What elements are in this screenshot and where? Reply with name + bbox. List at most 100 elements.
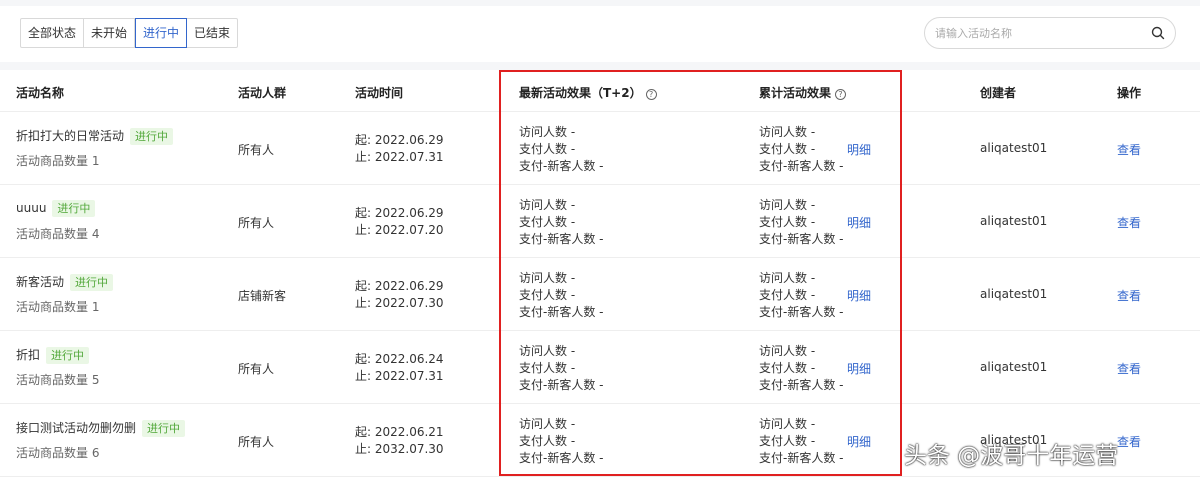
metric-visitors: 访问人数 - <box>519 271 576 285</box>
audience: 店铺新客 <box>238 289 287 303</box>
cumulative-effect: 访问人数 - 支付人数 - 支付-新客人数 - <box>759 197 843 248</box>
tab-ended[interactable]: 已结束 <box>187 18 239 48</box>
metric-visitors: 访问人数 - <box>759 271 816 285</box>
audience: 所有人 <box>238 362 275 376</box>
end-date: 止: 2032.07.30 <box>355 442 444 456</box>
metric-visitors: 访问人数 - <box>759 344 816 358</box>
search-icon[interactable] <box>1151 26 1165 40</box>
col-cumulative-effect-label: 累计活动效果 <box>759 86 832 100</box>
help-icon[interactable]: ? <box>835 89 847 100</box>
activity-name-text: 折扣打大的日常活动 <box>16 129 125 143</box>
metric-new-payers: 支付-新客人数 - <box>759 451 844 465</box>
end-date: 止: 2022.07.20 <box>355 223 444 237</box>
end-date: 止: 2022.07.31 <box>355 150 444 164</box>
activity-name: 折扣 进行中 <box>16 346 90 364</box>
creator: aliqatest01 <box>980 141 1048 155</box>
metric-payers: 支付人数 - <box>519 288 576 302</box>
activity-time: 起: 2022.06.21 止: 2032.07.30 <box>355 424 444 458</box>
latest-effect: 访问人数 - 支付人数 - 支付-新客人数 - <box>519 343 603 394</box>
table-row: 折扣打大的日常活动 进行中 活动商品数量 1 所有人 起: 2022.06.29 … <box>0 112 1200 185</box>
audience: 所有人 <box>238 216 275 230</box>
table-header: 活动名称 活动人群 活动时间 最新活动效果（T+2）? 累计活动效果? 创建者 … <box>0 70 1200 112</box>
col-audience: 活动人群 <box>238 86 287 100</box>
creator: aliqatest01 <box>980 360 1048 374</box>
search-input[interactable] <box>935 24 1145 42</box>
start-date: 起: 2022.06.21 <box>355 425 444 439</box>
metric-new-payers: 支付-新客人数 - <box>519 159 604 173</box>
metric-new-payers: 支付-新客人数 - <box>759 159 844 173</box>
latest-effect: 访问人数 - 支付人数 - 支付-新客人数 - <box>519 270 603 321</box>
activity-name-text: uuuu <box>16 201 47 215</box>
metric-payers: 支付人数 - <box>519 361 576 375</box>
view-link[interactable]: 查看 <box>1117 360 1141 377</box>
metric-new-payers: 支付-新客人数 - <box>759 232 844 246</box>
end-date: 止: 2022.07.31 <box>355 369 444 383</box>
metric-payers: 支付人数 - <box>759 142 816 156</box>
metric-new-payers: 支付-新客人数 - <box>519 451 604 465</box>
table-row: 折扣 进行中 活动商品数量 5 所有人 起: 2022.06.24 止: 2022… <box>0 331 1200 404</box>
cumulative-effect: 访问人数 - 支付人数 - 支付-新客人数 - <box>759 343 843 394</box>
product-count: 活动商品数量 1 <box>16 154 100 168</box>
end-date: 止: 2022.07.30 <box>355 296 444 310</box>
metric-visitors: 访问人数 - <box>759 198 816 212</box>
watermark: 头条 @波哥十年运营 <box>904 443 1119 469</box>
start-date: 起: 2022.06.29 <box>355 279 444 293</box>
view-link[interactable]: 查看 <box>1117 141 1141 158</box>
search-box <box>924 17 1176 49</box>
activity-name-text: 折扣 <box>16 348 41 362</box>
col-latest-effect-label: 最新活动效果（T+2） <box>519 86 642 100</box>
metric-payers: 支付人数 - <box>759 361 816 375</box>
detail-link[interactable]: 明细 <box>847 287 871 304</box>
tab-all-status[interactable]: 全部状态 <box>20 18 85 48</box>
status-badge: 进行中 <box>130 128 174 145</box>
latest-effect: 访问人数 - 支付人数 - 支付-新客人数 - <box>519 124 603 175</box>
status-badge: 进行中 <box>142 420 186 437</box>
activity-time: 起: 2022.06.29 止: 2022.07.20 <box>355 205 444 239</box>
view-link[interactable]: 查看 <box>1117 214 1141 231</box>
latest-effect: 访问人数 - 支付人数 - 支付-新客人数 - <box>519 197 603 248</box>
detail-link[interactable]: 明细 <box>847 433 871 450</box>
status-badge: 进行中 <box>70 274 114 291</box>
metric-new-payers: 支付-新客人数 - <box>759 378 844 392</box>
col-action: 操作 <box>1117 86 1142 100</box>
metric-visitors: 访问人数 - <box>519 417 576 431</box>
cumulative-effect: 访问人数 - 支付人数 - 支付-新客人数 - <box>759 416 843 467</box>
col-creator: 创建者 <box>980 86 1017 100</box>
metric-visitors: 访问人数 - <box>759 417 816 431</box>
audience: 所有人 <box>238 143 275 157</box>
metric-new-payers: 支付-新客人数 - <box>519 378 604 392</box>
cumulative-effect: 访问人数 - 支付人数 - 支付-新客人数 - <box>759 124 843 175</box>
activity-name: uuuu 进行中 <box>16 200 96 217</box>
detail-link[interactable]: 明细 <box>847 141 871 158</box>
start-date: 起: 2022.06.29 <box>355 133 444 147</box>
cumulative-effect: 访问人数 - 支付人数 - 支付-新客人数 - <box>759 270 843 321</box>
activity-table: 活动名称 活动人群 活动时间 最新活动效果（T+2）? 累计活动效果? 创建者 … <box>0 70 1200 482</box>
metric-payers: 支付人数 - <box>519 434 576 448</box>
view-link[interactable]: 查看 <box>1117 433 1141 450</box>
metric-new-payers: 支付-新客人数 - <box>759 305 844 319</box>
metric-visitors: 访问人数 - <box>519 344 576 358</box>
help-icon[interactable]: ? <box>645 89 657 100</box>
detail-link[interactable]: 明细 <box>847 360 871 377</box>
product-count: 活动商品数量 5 <box>16 373 100 387</box>
col-cumulative-effect: 累计活动效果? <box>759 84 847 101</box>
view-link[interactable]: 查看 <box>1117 287 1141 304</box>
audience: 所有人 <box>238 435 275 449</box>
tab-not-started[interactable]: 未开始 <box>84 18 136 48</box>
activity-name-text: 新客活动 <box>16 275 65 289</box>
product-count: 活动商品数量 4 <box>16 227 100 241</box>
metric-payers: 支付人数 - <box>759 215 816 229</box>
tab-in-progress[interactable]: 进行中 <box>135 18 188 48</box>
status-tabs: 全部状态 未开始 进行中 已结束 <box>20 18 239 48</box>
activity-name: 折扣打大的日常活动 进行中 <box>16 127 174 145</box>
activity-name-text: 接口测试活动勿删勿删 <box>16 421 137 435</box>
start-date: 起: 2022.06.29 <box>355 206 444 220</box>
table-row: uuuu 进行中 活动商品数量 4 所有人 起: 2022.06.29 止: 20… <box>0 185 1200 258</box>
activity-time: 起: 2022.06.29 止: 2022.07.30 <box>355 278 444 312</box>
activity-time: 起: 2022.06.29 止: 2022.07.31 <box>355 132 444 166</box>
creator: aliqatest01 <box>980 214 1048 228</box>
status-badge: 进行中 <box>52 200 96 217</box>
detail-link[interactable]: 明细 <box>847 214 871 231</box>
metric-payers: 支付人数 - <box>759 434 816 448</box>
metric-payers: 支付人数 - <box>759 288 816 302</box>
